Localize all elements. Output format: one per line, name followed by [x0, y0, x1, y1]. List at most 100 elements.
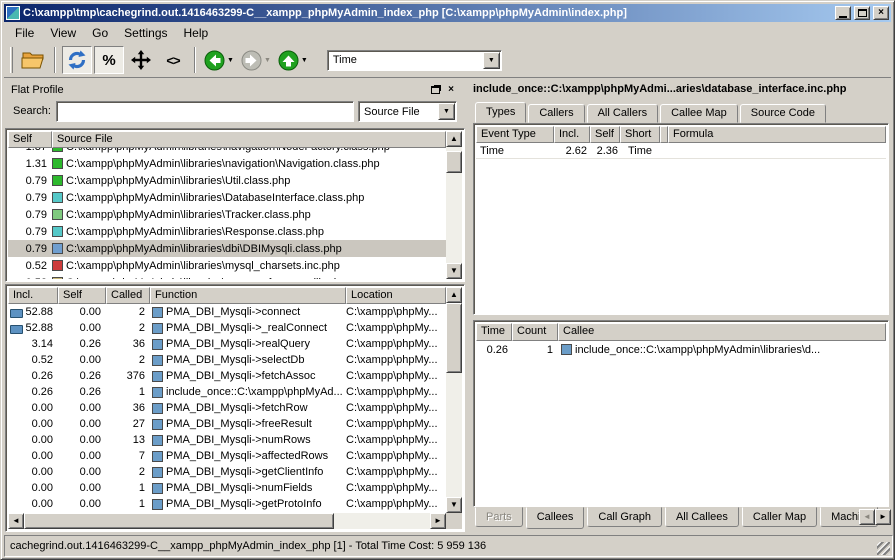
column-header-short[interactable]: Short	[620, 126, 660, 143]
tab-scroll-left-icon: ◄	[859, 509, 875, 525]
table-row[interactable]: 0.00 0.00 13 PMA_DBI_Mysqli->numRows C:\…	[8, 432, 446, 448]
event-type-combo-value: Time	[328, 54, 483, 66]
scroll-down-icon[interactable]: ▼	[446, 263, 462, 279]
scroll-up-icon[interactable]: ▲	[446, 131, 462, 147]
close-button[interactable]: ×	[873, 6, 889, 20]
table-row[interactable]: 0.00 0.00 2 PMA_DBI_Mysqli->getClientInf…	[8, 464, 446, 480]
event-type-combo[interactable]: Time ▼	[327, 50, 502, 71]
toolbar-handle[interactable]	[10, 47, 13, 73]
minimize-button[interactable]	[835, 6, 851, 20]
column-header-incl[interactable]: Incl.	[8, 287, 58, 304]
menu-file[interactable]: File	[7, 24, 42, 42]
table-row[interactable]: 0.52 0.00 2 PMA_DBI_Mysqli->selectDb C:\…	[8, 352, 446, 368]
reload-button[interactable]	[62, 46, 92, 74]
column-header-time[interactable]: Time	[476, 323, 512, 341]
scroll-left-icon[interactable]: ◄	[8, 513, 24, 529]
column-header-callee[interactable]: Callee	[558, 323, 886, 341]
column-header-called[interactable]: Called	[106, 287, 150, 304]
tab-callers[interactable]: Callers	[528, 104, 584, 123]
table-row[interactable]: 0.26 1 include_once::C:\xampp\phpMyAdmin…	[476, 341, 886, 358]
column-header-self[interactable]: Self	[58, 287, 106, 304]
group-by-combo[interactable]: Source File ▼	[358, 101, 457, 122]
vertical-scrollbar[interactable]: ▲ ▼	[446, 131, 462, 279]
table-row[interactable]: 0.00 0.00 36 PMA_DBI_Mysqli->fetchRow C:…	[8, 400, 446, 416]
up-dropdown-icon[interactable]: ▼	[300, 57, 309, 64]
selected-function-title: include_once::C:\xampp\phpMyAdmi...aries…	[473, 83, 891, 99]
tab-all-callees[interactable]: All Callees	[665, 507, 739, 527]
tab-scroll-right-icon[interactable]: ►	[875, 509, 891, 525]
tab-caller-map[interactable]: Caller Map	[742, 507, 817, 527]
scroll-up-icon[interactable]: ▲	[446, 287, 462, 303]
dock-titlebar[interactable]: Flat Profile ×	[5, 82, 465, 98]
maximize-button[interactable]	[854, 6, 870, 20]
dock-float-button[interactable]	[427, 83, 443, 97]
column-header-self[interactable]: Self	[8, 131, 52, 148]
table-row[interactable]: 0.00 0.00 27 PMA_DBI_Mysqli->freeResult …	[8, 416, 446, 432]
dock-close-button[interactable]: ×	[443, 83, 459, 97]
app-icon	[6, 6, 20, 20]
tab-types[interactable]: Types	[475, 102, 526, 123]
scroll-down-icon[interactable]: ▼	[446, 497, 462, 513]
horizontal-scrollbar[interactable]: ◄ ►	[8, 513, 446, 529]
column-header-incl[interactable]: Incl.	[554, 126, 590, 143]
search-input[interactable]	[56, 101, 354, 122]
table-row[interactable]: 0.00 0.00 7 PMA_DBI_Mysqli->affectedRows…	[8, 448, 446, 464]
resize-grip[interactable]	[877, 542, 890, 555]
titlebar[interactable]: C:\xampp\tmp\cachegrind.out.1416463299-C…	[4, 4, 891, 22]
list-item[interactable]: 0.52 C:\xampp\phpMyAdmin\libraries\mysql…	[8, 257, 446, 274]
column-header-formula[interactable]: Formula	[668, 126, 886, 143]
list-item-selected[interactable]: 0.79 C:\xampp\phpMyAdmin\libraries\dbi\D…	[8, 240, 446, 257]
menu-go[interactable]: Go	[84, 24, 116, 42]
table-row[interactable]: 52.88 0.00 2 PMA_DBI_Mysqli->_realConnec…	[8, 320, 446, 336]
scrollbar-thumb[interactable]	[446, 151, 462, 173]
column-header-location[interactable]: Location	[346, 287, 446, 304]
toolbar-separator	[54, 47, 56, 73]
column-header-event-type[interactable]: Event Type	[476, 126, 554, 143]
table-row[interactable]: 52.88 0.00 2 PMA_DBI_Mysqli->connect C:\…	[8, 304, 446, 320]
vertical-scrollbar[interactable]: ▲ ▼	[446, 287, 462, 513]
expand-cost-button[interactable]	[126, 46, 156, 74]
open-file-button[interactable]	[18, 46, 48, 74]
function-icon	[152, 371, 163, 382]
table-row[interactable]: 0.26 0.26 376 PMA_DBI_Mysqli->fetchAssoc…	[8, 368, 446, 384]
menu-view[interactable]: View	[42, 24, 84, 42]
list-item[interactable]: 0.79 C:\xampp\phpMyAdmin\libraries\Track…	[8, 206, 446, 223]
percent-toggle-button[interactable]: %	[94, 46, 124, 74]
up-button[interactable]: ▼	[276, 46, 311, 74]
combo-dropdown-button[interactable]: ▼	[438, 103, 455, 120]
file-color-icon	[52, 148, 63, 152]
combo-dropdown-button[interactable]: ▼	[483, 52, 500, 69]
menu-help[interactable]: Help	[176, 24, 217, 42]
scrollbar-thumb[interactable]	[446, 303, 462, 373]
tab-callees[interactable]: Callees	[526, 507, 585, 529]
list-item[interactable]: 0.79 C:\xampp\phpMyAdmin\libraries\Datab…	[8, 189, 446, 206]
column-header-count[interactable]: Count	[512, 323, 558, 341]
table-row[interactable]: 0.00 0.00 1 PMA_DBI_Mysqli->getProtoInfo…	[8, 496, 446, 512]
relative-cost-button[interactable]: <>	[158, 46, 188, 74]
list-item[interactable]: 1.31 C:\xampp\phpMyAdmin\libraries\navig…	[8, 155, 446, 172]
column-header-source-file[interactable]: Source File	[52, 131, 446, 148]
float-icon	[431, 86, 440, 94]
forward-button[interactable]: ▼	[239, 46, 274, 74]
back-dropdown-icon[interactable]: ▼	[226, 57, 235, 64]
list-item[interactable]: 0.79 C:\xampp\phpMyAdmin\libraries\Util.…	[8, 172, 446, 189]
tab-callee-map[interactable]: Callee Map	[660, 104, 738, 123]
scrollbar-thumb[interactable]	[24, 513, 334, 529]
tab-call-graph[interactable]: Call Graph	[587, 507, 662, 527]
menu-settings[interactable]: Settings	[116, 24, 175, 42]
dock-title: Flat Profile	[11, 84, 427, 96]
table-row[interactable]: 3.14 0.26 36 PMA_DBI_Mysqli->realQuery C…	[8, 336, 446, 352]
list-item[interactable]: 0.79 C:\xampp\phpMyAdmin\libraries\Respo…	[8, 223, 446, 240]
table-row[interactable]: Time 2.62 2.36 Time	[476, 143, 886, 159]
tab-source-code[interactable]: Source Code	[740, 104, 826, 123]
list-item[interactable]: 1.37 C:\xampp\phpMyAdmin\libraries\navig…	[8, 148, 446, 155]
scroll-right-icon[interactable]: ►	[430, 513, 446, 529]
column-header-self[interactable]: Self	[590, 126, 620, 143]
function-icon	[152, 339, 163, 350]
tab-all-callers[interactable]: All Callers	[587, 104, 659, 123]
table-row[interactable]: 0.26 0.26 1 include_once::C:\xampp\phpMy…	[8, 384, 446, 400]
table-row[interactable]: 0.00 0.00 1 PMA_DBI_Mysqli->numFields C:…	[8, 480, 446, 496]
list-item[interactable]: 0.52 C:\xampp\phpMyAdmin\libraries\user_…	[8, 274, 446, 279]
column-header-function[interactable]: Function	[150, 287, 346, 304]
back-button[interactable]: ▼	[202, 46, 237, 74]
